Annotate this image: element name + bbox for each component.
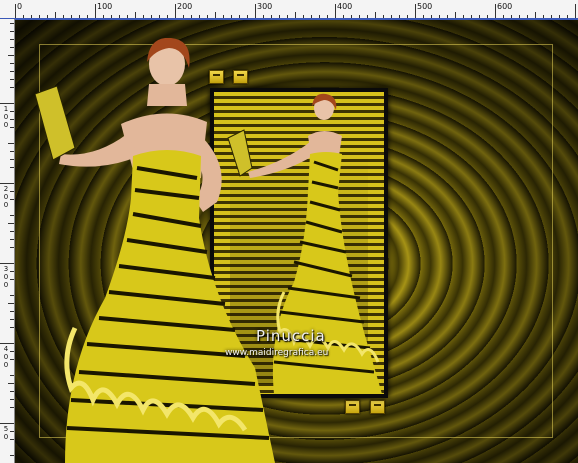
ruler-vdigit: 0 <box>3 193 9 201</box>
ruler-vlabel-100: 1 0 0 <box>2 105 10 129</box>
ruler-label-500: 500 <box>417 2 433 11</box>
ruler-label-0: 0 <box>17 2 23 11</box>
ruler-vdigit: 4 <box>3 345 9 353</box>
large-figure-illustration <box>35 38 275 463</box>
image-canvas[interactable]: Pinuccia www.maidiregrafica.eu <box>15 20 578 463</box>
ruler-label-600: 600 <box>497 2 513 11</box>
ruler-vlabel-200: 2 0 0 <box>2 185 10 209</box>
ruler-vlabel-300: 3 0 0 <box>2 265 10 289</box>
horizontal-ruler-ticks <box>15 4 576 19</box>
ruler-vdigit: 0 <box>3 113 9 121</box>
ruler-vdigit: 5 <box>3 425 9 433</box>
ruler-label-100: 100 <box>97 2 113 11</box>
ruler-vdigit: 1 <box>3 105 9 113</box>
ruler-vdigit: 0 <box>3 281 9 289</box>
ruler-vdigit: 0 <box>3 201 9 209</box>
ruler-vdigit: 0 <box>3 433 9 441</box>
watermark-author: Pinuccia <box>256 327 326 345</box>
deco-square-bottom-right <box>370 400 385 414</box>
ruler-label-400: 400 <box>337 2 353 11</box>
ruler-vdigit: 0 <box>3 353 9 361</box>
vertical-ruler-ticks <box>0 23 14 456</box>
ruler-label-200: 200 <box>177 2 193 11</box>
horizontal-ruler: 0 100 200 300 400 500 600 <box>0 0 578 20</box>
deco-square-bottom-left <box>345 400 360 414</box>
ruler-label-300: 300 <box>257 2 273 11</box>
ruler-vdigit: 0 <box>3 121 9 129</box>
watermark-url: www.maidiregrafica.eu <box>225 348 329 358</box>
ruler-vdigit: 3 <box>3 265 9 273</box>
ruler-vlabel-500: 5 0 <box>2 425 10 441</box>
vertical-ruler: 1 0 0 2 0 0 3 0 0 4 0 0 5 0 <box>0 19 15 463</box>
ruler-vdigit: 0 <box>3 361 9 369</box>
ruler-vdigit: 2 <box>3 185 9 193</box>
ruler-vlabel-400: 4 0 0 <box>2 345 10 369</box>
ruler-vdigit: 0 <box>3 273 9 281</box>
